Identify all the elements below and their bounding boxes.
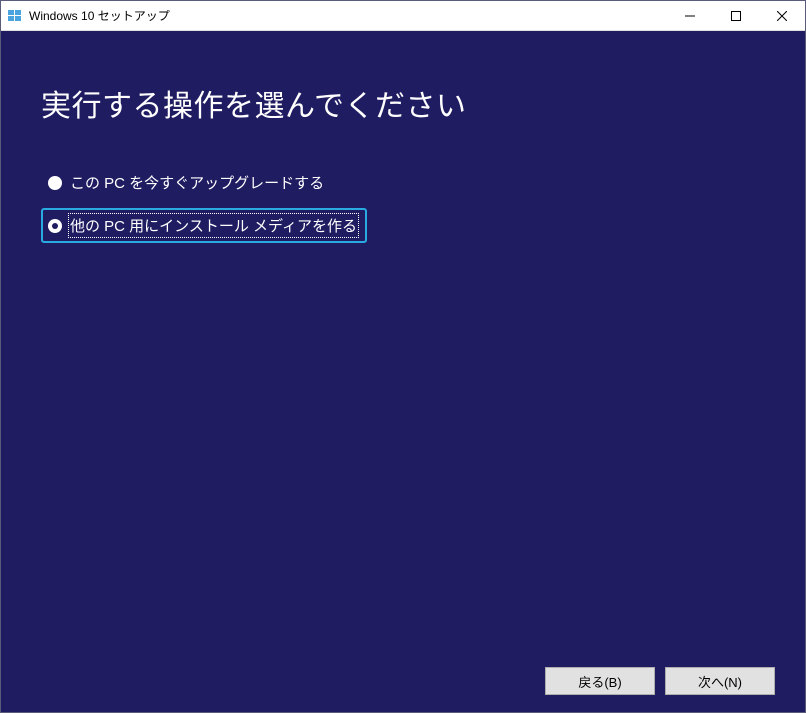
window-title: Windows 10 セットアップ xyxy=(29,7,667,24)
maximize-button[interactable] xyxy=(713,1,759,30)
radio-option-media[interactable]: 他の PC 用にインストール メディアを作る xyxy=(41,208,367,243)
radio-group: この PC を今すぐアップグレードする 他の PC 用にインストール メディアを… xyxy=(41,165,765,243)
app-icon xyxy=(7,8,23,24)
window-controls xyxy=(667,1,805,30)
window: Windows 10 セットアップ 実行する操作を選んでください この PC を… xyxy=(0,0,806,713)
content-area: 実行する操作を選んでください この PC を今すぐアップグレードする 他の PC… xyxy=(1,31,805,650)
minimize-button[interactable] xyxy=(667,1,713,30)
radio-label: 他の PC 用にインストール メディアを作る xyxy=(70,215,357,236)
titlebar: Windows 10 セットアップ xyxy=(1,1,805,31)
footer: 戻る(B) 次へ(N) xyxy=(1,650,805,712)
back-button[interactable]: 戻る(B) xyxy=(545,667,655,695)
radio-label: この PC を今すぐアップグレードする xyxy=(70,172,324,193)
radio-option-upgrade[interactable]: この PC を今すぐアップグレードする xyxy=(41,165,334,200)
radio-icon xyxy=(48,219,62,233)
page-heading: 実行する操作を選んでください xyxy=(41,81,765,125)
next-button[interactable]: 次へ(N) xyxy=(665,667,775,695)
close-button[interactable] xyxy=(759,1,805,30)
radio-icon xyxy=(48,176,62,190)
